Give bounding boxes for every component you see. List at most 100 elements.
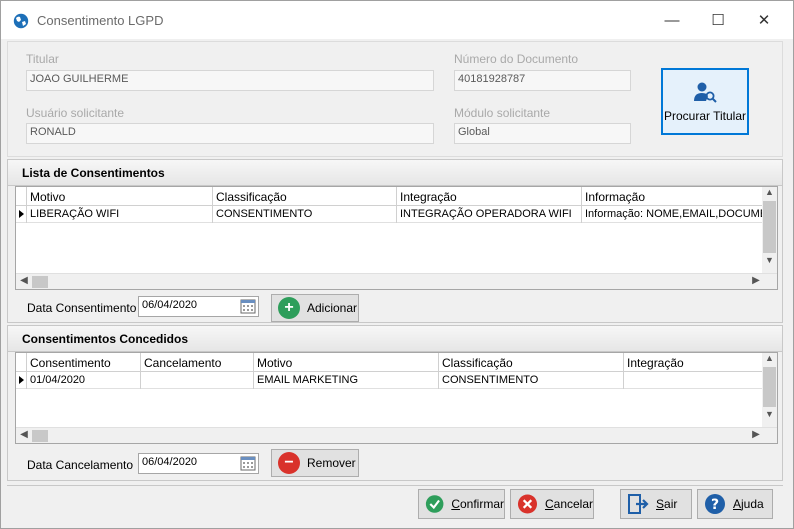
table-cell: CONSENTIMENTO <box>212 206 396 223</box>
lista-consentimentos-section: Lista de Consentimentos Motivo Classific… <box>7 159 783 323</box>
lista-header: Lista de Consentimentos <box>8 160 782 186</box>
maximize-button[interactable]: ☐ <box>695 1 741 39</box>
cancel-mnemonic: C <box>544 497 554 511</box>
scroll-thumb[interactable] <box>763 367 776 407</box>
window-title: Consentimento LGPD <box>37 13 164 28</box>
lista-grid: Motivo Classificação Integração Informaç… <box>15 186 778 290</box>
table-cell: Informação: NOME,EMAIL,DOCUMENTO <box>581 206 763 223</box>
cancel-button[interactable]: Cancelar <box>510 489 594 519</box>
calendar-icon[interactable] <box>240 456 256 471</box>
confirm-rest: onfirmar <box>459 497 504 511</box>
consent-window: Consentimento LGPD — ☐ ✕ Titular JOAO GU… <box>0 0 794 529</box>
scroll-down-icon[interactable]: ▼ <box>762 255 777 269</box>
help-button[interactable]: ? Ajuda <box>697 489 773 519</box>
table-row[interactable]: 01/04/2020 EMAIL MARKETING CONSENTIMENTO <box>16 372 768 389</box>
table-cell: LIBERAÇÃO WIFI <box>26 206 212 223</box>
column-header[interactable]: Integração <box>396 187 581 206</box>
data-cancelamento-field[interactable]: 06/04/2020 <box>138 453 259 474</box>
minus-icon: − <box>278 452 300 474</box>
scroll-left-icon[interactable]: ◀ <box>17 429 31 443</box>
data-consentimento-field[interactable]: 06/04/2020 <box>138 296 259 317</box>
search-titular-button[interactable]: Procurar Titular <box>661 68 749 135</box>
vertical-scrollbar[interactable]: ▲ ▼ <box>762 353 777 427</box>
search-titular-label: Procurar Titular <box>663 108 747 123</box>
plus-icon: + <box>278 297 300 319</box>
table-cell: INTEGRAÇÃO OPERADORA WIFI <box>396 206 581 223</box>
title-bar: Consentimento LGPD — ☐ ✕ <box>1 1 793 39</box>
column-header[interactable]: Classificação <box>212 187 396 206</box>
exit-mnemonic: S <box>656 497 665 511</box>
scroll-left-icon[interactable]: ◀ <box>17 275 31 289</box>
table-cell <box>623 372 768 389</box>
lista-grid-header: Motivo Classificação Integração Informaç… <box>16 187 768 206</box>
confirm-label: Confirmar <box>451 497 504 511</box>
minimize-button[interactable]: — <box>649 1 695 39</box>
scroll-up-icon[interactable]: ▲ <box>762 353 777 367</box>
data-cancelamento-label: Data Cancelamento <box>27 458 134 472</box>
globe-icon <box>13 13 29 29</box>
footer-bar: Confirmar Cancelar Sair ? Ajuda <box>7 485 783 521</box>
help-icon: ? <box>705 494 725 514</box>
row-indicator-icon <box>19 376 24 384</box>
scroll-thumb[interactable] <box>32 276 48 288</box>
exit-button[interactable]: Sair <box>620 489 692 519</box>
column-header[interactable]: Integração <box>623 353 768 372</box>
confirm-button[interactable]: Confirmar <box>418 489 505 519</box>
concedidos-grid-header: Consentimento Cancelamento Motivo Classi… <box>16 353 768 372</box>
concedidos-grid: Consentimento Cancelamento Motivo Classi… <box>15 352 778 444</box>
consentimentos-concedidos-section: Consentimentos Concedidos Consentimento … <box>7 325 783 481</box>
column-header[interactable]: Classificação <box>438 353 623 372</box>
cancel-label: Cancelar <box>545 497 593 511</box>
column-header[interactable]: Motivo <box>26 187 212 206</box>
data-consentimento-label: Data Consentimento <box>27 301 137 315</box>
cancel-rest: ancelar <box>553 497 593 511</box>
remove-button[interactable]: − Remover <box>271 449 359 477</box>
titular-label: Titular <box>26 52 59 66</box>
table-cell: EMAIL MARKETING <box>253 372 438 389</box>
column-header[interactable]: Motivo <box>253 353 438 372</box>
calendar-icon[interactable] <box>240 299 256 314</box>
add-button[interactable]: + Adicionar <box>271 294 359 322</box>
column-header[interactable]: Cancelamento <box>140 353 253 372</box>
modulo-field[interactable]: Global <box>454 123 631 144</box>
documento-field[interactable]: 40181928787 <box>454 70 631 91</box>
exit-label: Sair <box>656 497 677 511</box>
help-label: Ajuda <box>733 497 764 511</box>
help-mnemonic: A <box>733 497 742 511</box>
vertical-scrollbar[interactable]: ▲ ▼ <box>762 187 777 273</box>
table-row[interactable]: LIBERAÇÃO WIFI CONSENTIMENTO INTEGRAÇÃO … <box>16 206 768 223</box>
data-cancelamento-value: 06/04/2020 <box>142 456 198 468</box>
close-button[interactable]: ✕ <box>741 1 787 39</box>
scroll-right-icon[interactable]: ▶ <box>749 429 763 443</box>
scroll-down-icon[interactable]: ▼ <box>762 409 777 423</box>
concedidos-header: Consentimentos Concedidos <box>8 326 782 352</box>
data-consentimento-value: 06/04/2020 <box>142 299 198 311</box>
scroll-up-icon[interactable]: ▲ <box>762 187 777 201</box>
column-header[interactable]: Consentimento <box>26 353 140 372</box>
remove-label: Remover <box>307 456 356 470</box>
exit-door-icon <box>628 494 649 514</box>
documento-label: Número do Documento <box>454 52 579 66</box>
user-search-icon <box>694 82 717 103</box>
table-cell <box>140 372 253 389</box>
column-header[interactable]: Informação <box>581 187 763 206</box>
confirm-mnemonic: C <box>451 497 460 511</box>
scroll-right-icon[interactable]: ▶ <box>749 275 763 289</box>
svg-text:?: ? <box>711 497 719 513</box>
horizontal-scrollbar[interactable]: ◀ ▶ <box>16 273 777 289</box>
table-cell: CONSENTIMENTO <box>438 372 623 389</box>
scroll-thumb[interactable] <box>763 201 776 253</box>
modulo-label: Módulo solicitante <box>454 106 551 120</box>
horizontal-scrollbar[interactable]: ◀ ▶ <box>16 427 777 443</box>
cancel-icon <box>517 494 538 514</box>
usuario-field[interactable]: RONALD <box>26 123 434 144</box>
add-label: Adicionar <box>307 301 358 315</box>
usuario-label: Usuário solicitante <box>26 106 125 120</box>
titular-field[interactable]: JOAO GUILHERME <box>26 70 434 91</box>
check-icon <box>425 495 444 513</box>
row-indicator-icon <box>19 210 24 218</box>
table-cell: 01/04/2020 <box>26 372 140 389</box>
exit-rest: air <box>664 497 678 511</box>
scroll-thumb[interactable] <box>32 430 48 442</box>
help-rest: juda <box>741 497 764 511</box>
